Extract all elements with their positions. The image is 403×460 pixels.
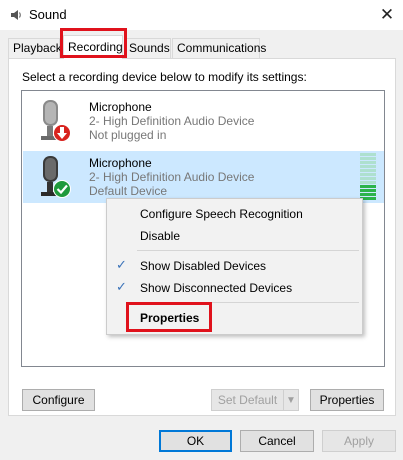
ok-button[interactable]: OK bbox=[159, 430, 232, 452]
speaker-icon bbox=[11, 10, 21, 20]
tab-playback[interactable]: Playback bbox=[8, 38, 62, 58]
properties-menu-highlight bbox=[126, 302, 212, 332]
configure-button[interactable]: Configure bbox=[22, 389, 95, 411]
title-bar: Sound ✕ bbox=[0, 0, 403, 30]
microphone-icon bbox=[41, 100, 71, 142]
close-button[interactable]: ✕ bbox=[371, 1, 403, 29]
device-description: 2- High Definition Audio Device bbox=[89, 170, 255, 184]
check-icon: ✓ bbox=[116, 279, 127, 294]
microphone-icon bbox=[41, 156, 71, 198]
level-meter-segment bbox=[360, 181, 376, 184]
menu-item-show-disconnected-devices[interactable]: Show Disconnected Devices bbox=[140, 281, 292, 295]
level-meter-segment bbox=[360, 173, 376, 176]
window-title: Sound bbox=[29, 7, 67, 22]
properties-button[interactable]: Properties bbox=[310, 389, 384, 411]
device-row[interactable]: Microphone 2- High Definition Audio Devi… bbox=[23, 95, 384, 147]
tab-communications[interactable]: Communications bbox=[172, 38, 266, 58]
device-row-selected[interactable]: Microphone 2- High Definition Audio Devi… bbox=[23, 151, 384, 203]
device-name: Microphone bbox=[89, 156, 152, 170]
recording-tab-highlight bbox=[60, 28, 127, 58]
level-meter-segment bbox=[360, 161, 376, 164]
apply-button[interactable]: Apply bbox=[322, 430, 396, 452]
menu-item-show-disabled-devices[interactable]: Show Disabled Devices bbox=[140, 259, 266, 273]
level-meter-segment bbox=[360, 153, 376, 156]
device-status: Not plugged in bbox=[89, 128, 167, 142]
instruction-text: Select a recording device below to modif… bbox=[22, 70, 307, 84]
check-icon: ✓ bbox=[116, 257, 127, 272]
menu-item-disable[interactable]: Disable bbox=[140, 229, 180, 243]
level-meter-segment bbox=[360, 165, 376, 168]
close-icon: ✕ bbox=[379, 5, 395, 24]
menu-item-configure-speech-recognition[interactable]: Configure Speech Recognition bbox=[140, 207, 303, 221]
level-meter-segment bbox=[360, 177, 376, 180]
level-meter-segment bbox=[360, 193, 376, 196]
level-meter-segment bbox=[360, 157, 376, 160]
chevron-down-icon[interactable]: ▼ bbox=[283, 389, 299, 411]
device-name: Microphone bbox=[89, 100, 152, 114]
menu-separator bbox=[137, 250, 359, 251]
cancel-button[interactable]: Cancel bbox=[240, 430, 314, 452]
level-meter-segment bbox=[360, 169, 376, 172]
device-status: Default Device bbox=[89, 184, 168, 198]
device-description: 2- High Definition Audio Device bbox=[89, 114, 255, 128]
green-check-icon bbox=[54, 181, 70, 197]
red-down-arrow-icon bbox=[54, 125, 70, 141]
level-meter bbox=[360, 153, 376, 201]
level-meter-segment bbox=[360, 189, 376, 192]
level-meter-segment bbox=[360, 185, 376, 188]
tab-sounds[interactable]: Sounds bbox=[124, 38, 171, 58]
set-default-button[interactable]: Set Default bbox=[211, 389, 284, 411]
